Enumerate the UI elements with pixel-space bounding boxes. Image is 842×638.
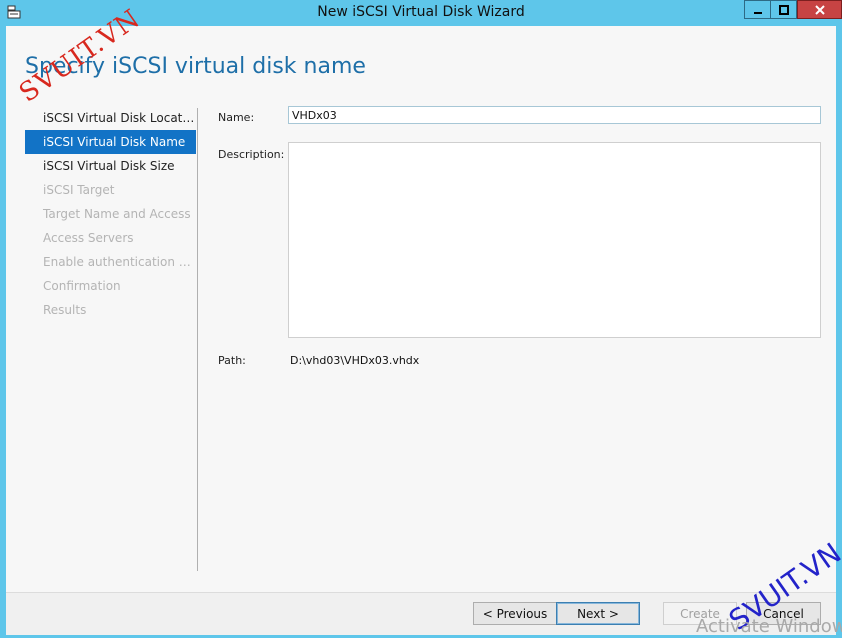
minimize-button[interactable] bbox=[744, 0, 770, 19]
name-label: Name: bbox=[218, 111, 255, 124]
maximize-icon bbox=[778, 0, 789, 19]
close-icon bbox=[814, 0, 825, 19]
previous-button[interactable]: < Previous bbox=[473, 602, 557, 625]
activate-windows-watermark: Activate Window bbox=[696, 616, 842, 637]
step-disk-location[interactable]: iSCSI Virtual Disk Location bbox=[25, 106, 196, 130]
maximize-button[interactable] bbox=[770, 0, 797, 19]
step-enable-authentication: Enable authentication ser... bbox=[43, 255, 196, 269]
wizard-steps: iSCSI Virtual Disk Location iSCSI Virtua… bbox=[25, 106, 196, 322]
step-iscsi-target: iSCSI Target bbox=[43, 183, 115, 197]
step-confirmation: Confirmation bbox=[43, 279, 121, 293]
step-results: Results bbox=[43, 303, 87, 317]
minimize-icon bbox=[753, 0, 763, 19]
description-textarea[interactable] bbox=[288, 142, 821, 338]
path-value: D:\vhd03\VHDx03.vhdx bbox=[290, 354, 420, 367]
wizard-window: New iSCSI Virtual Disk Wizard Specify iS… bbox=[0, 0, 842, 638]
step-disk-name[interactable]: iSCSI Virtual Disk Name bbox=[25, 130, 196, 154]
step-access-servers: Access Servers bbox=[43, 231, 134, 245]
next-button[interactable]: Next > bbox=[556, 602, 640, 625]
name-input[interactable] bbox=[288, 106, 821, 124]
step-target-name-access: Target Name and Access bbox=[43, 207, 191, 221]
close-button[interactable] bbox=[797, 0, 842, 19]
steps-divider bbox=[197, 108, 198, 571]
step-disk-size[interactable]: iSCSI Virtual Disk Size bbox=[25, 154, 196, 178]
description-label: Description: bbox=[218, 148, 285, 161]
path-label: Path: bbox=[218, 354, 246, 367]
wizard-client-area: Specify iSCSI virtual disk name iSCSI Vi… bbox=[6, 26, 836, 635]
